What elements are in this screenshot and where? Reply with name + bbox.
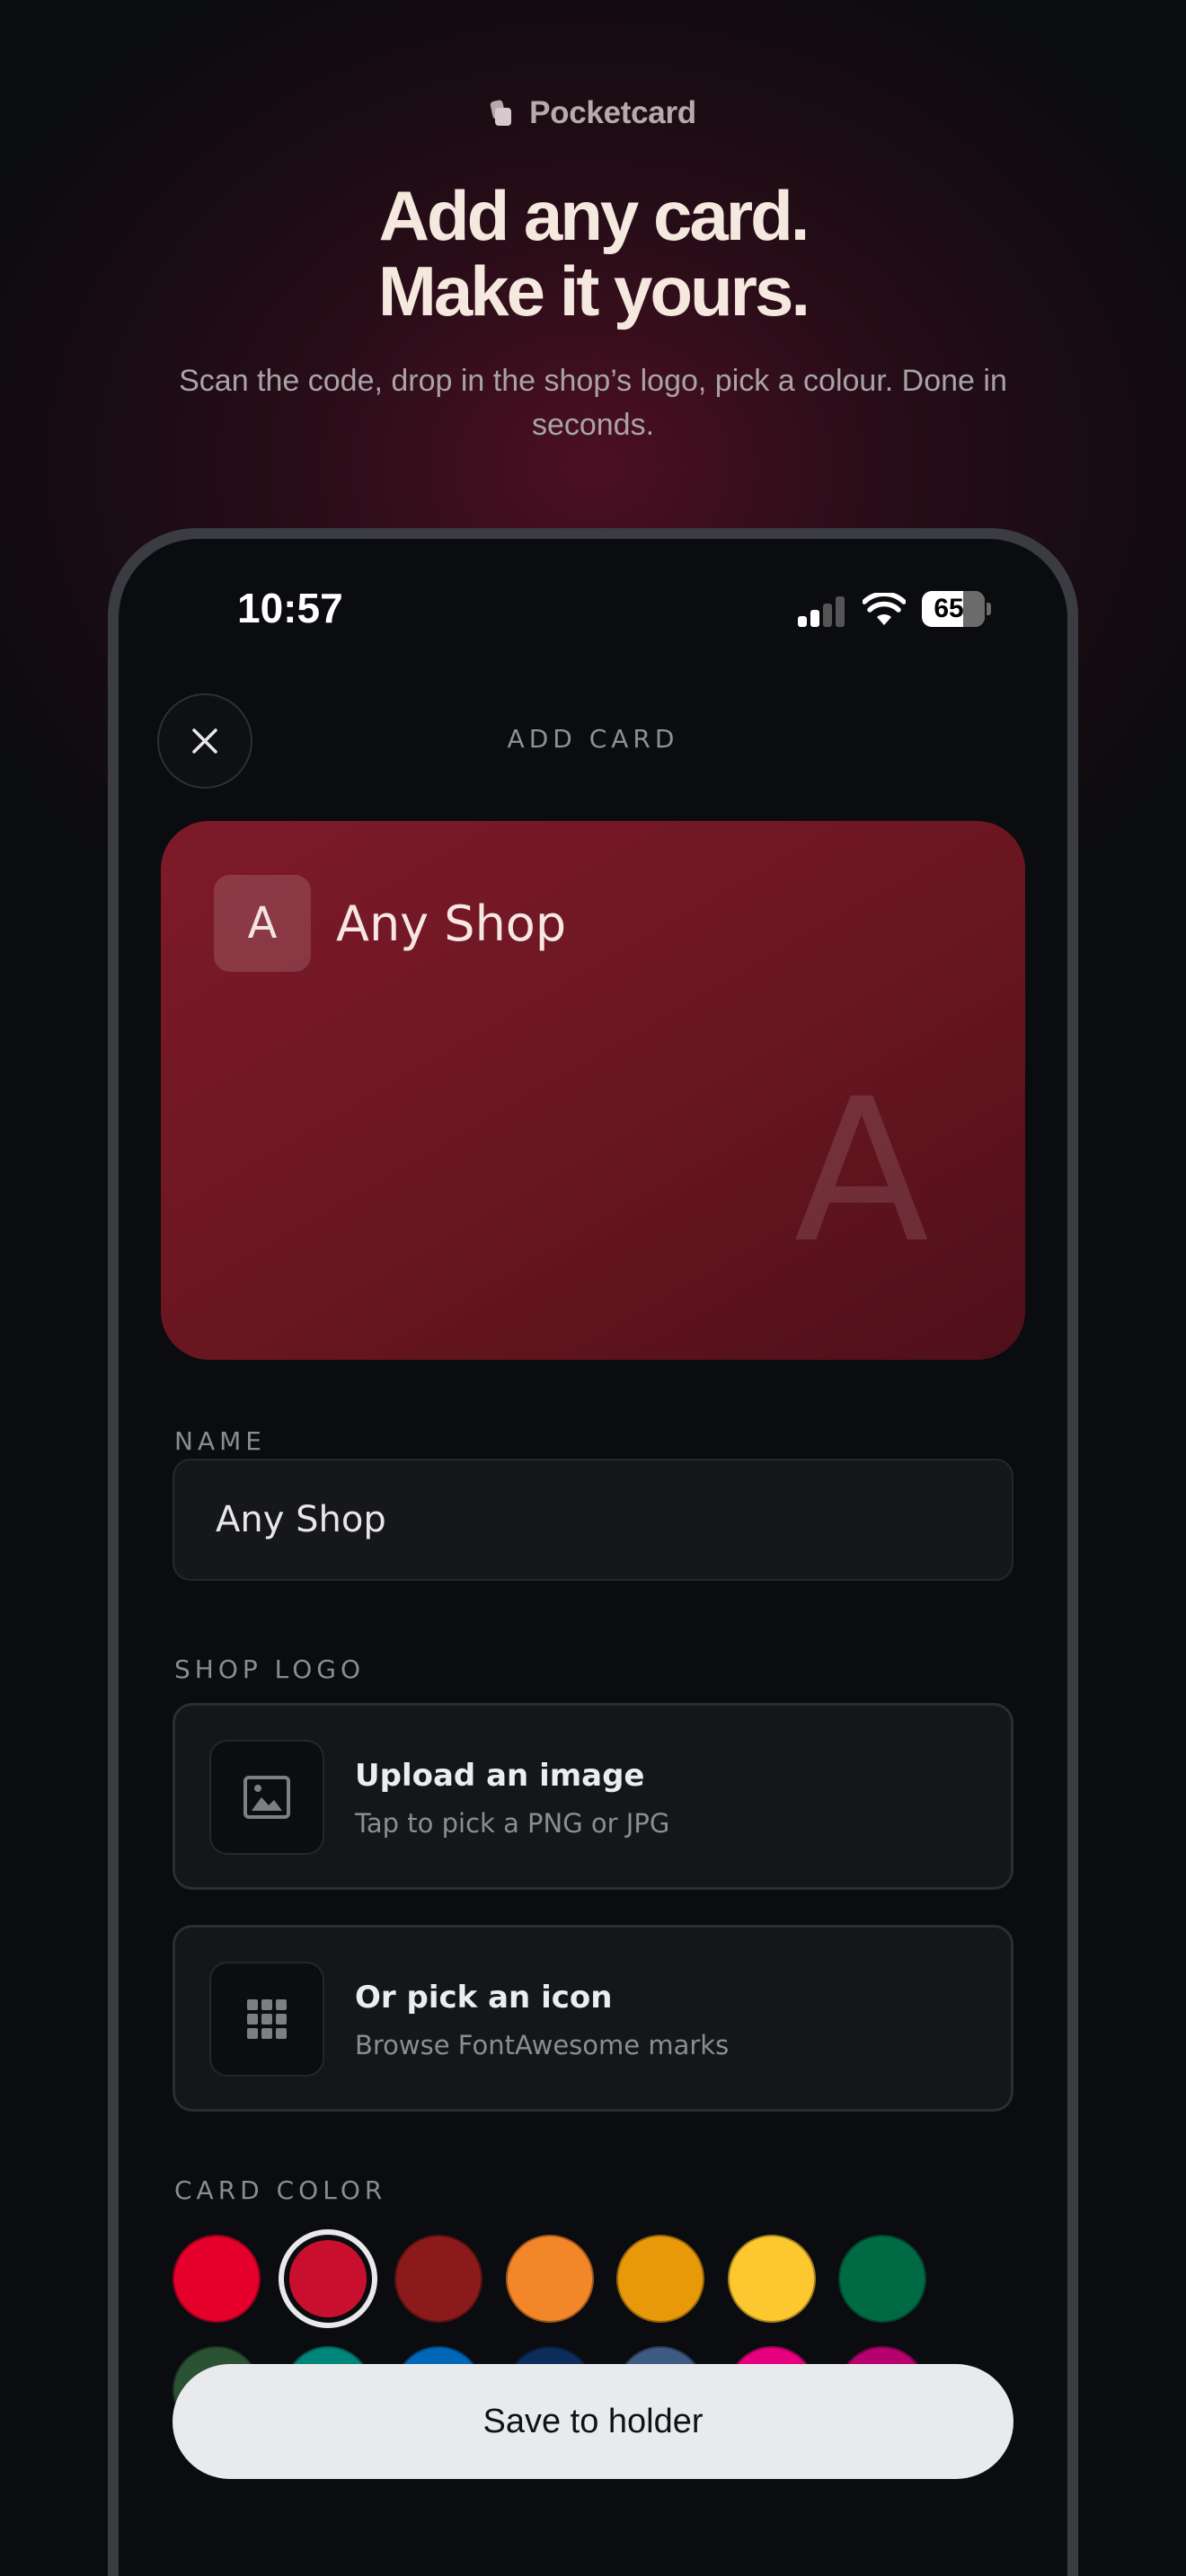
card-preview: A Any Shop A: [161, 821, 1025, 1360]
battery-nub: [987, 603, 991, 615]
color-swatch[interactable]: [505, 2235, 594, 2323]
battery-level: 65: [934, 594, 964, 623]
card-color-label: CARD COLOR: [174, 2175, 387, 2205]
name-label: NAME: [174, 1426, 266, 1456]
sheet-title: ADD CARD: [507, 724, 679, 754]
phone-frame: 10:57 65 ADD CARD A Any Shop A NAME Any …: [108, 528, 1078, 2576]
pick-icon-tile: [209, 1962, 324, 2077]
color-swatch[interactable]: [838, 2235, 926, 2323]
hero-subtitle: Scan the code, drop in the shop’s logo, …: [179, 364, 1007, 442]
color-swatch[interactable]: [727, 2235, 816, 2323]
brand: Pocketcard: [0, 90, 1186, 137]
pick-icon-option[interactable]: Or pick an icon Browse FontAwesome marks: [173, 1925, 1013, 2112]
grid-icon: [247, 1999, 287, 2039]
color-swatch[interactable]: [616, 2235, 704, 2323]
pick-icon-subtitle: Browse FontAwesome marks: [355, 2030, 730, 2060]
brand-name: Pocketcard: [529, 95, 696, 130]
pick-icon-title: Or pick an icon: [355, 1980, 613, 2016]
color-swatch[interactable]: [173, 2235, 261, 2323]
wifi-icon: [863, 593, 906, 625]
upload-title: Upload an image: [355, 1758, 645, 1794]
hero-headline: Add any card. Make it yours.: [0, 178, 1186, 329]
headline-line-1: Add any card.: [378, 176, 810, 255]
name-input[interactable]: Any Shop: [173, 1459, 1013, 1581]
phone-screen: 10:57 65 ADD CARD A Any Shop A NAME Any …: [119, 539, 1067, 2576]
upload-image-option[interactable]: Upload an image Tap to pick a PNG or JPG: [173, 1703, 1013, 1890]
headline-line-2: Make it yours.: [377, 251, 810, 331]
shop-logo-label: SHOP LOGO: [174, 1654, 366, 1684]
pocketcard-logo-icon: [490, 99, 512, 126]
image-icon: [243, 1776, 290, 1819]
card-watermark: A: [793, 1056, 930, 1286]
upload-subtitle: Tap to pick a PNG or JPG: [355, 1808, 670, 1839]
card-initial-badge: A: [214, 875, 311, 972]
upload-icon-tile: [209, 1740, 324, 1855]
cellular-signal-icon: [798, 596, 845, 627]
save-to-holder-button[interactable]: Save to holder: [173, 2364, 1013, 2479]
color-swatch[interactable]: [394, 2235, 482, 2323]
battery-icon: 65: [922, 591, 985, 627]
status-time: 10:57: [237, 585, 343, 631]
color-swatch[interactable]: [283, 2235, 372, 2323]
card-name: Any Shop: [336, 895, 567, 952]
